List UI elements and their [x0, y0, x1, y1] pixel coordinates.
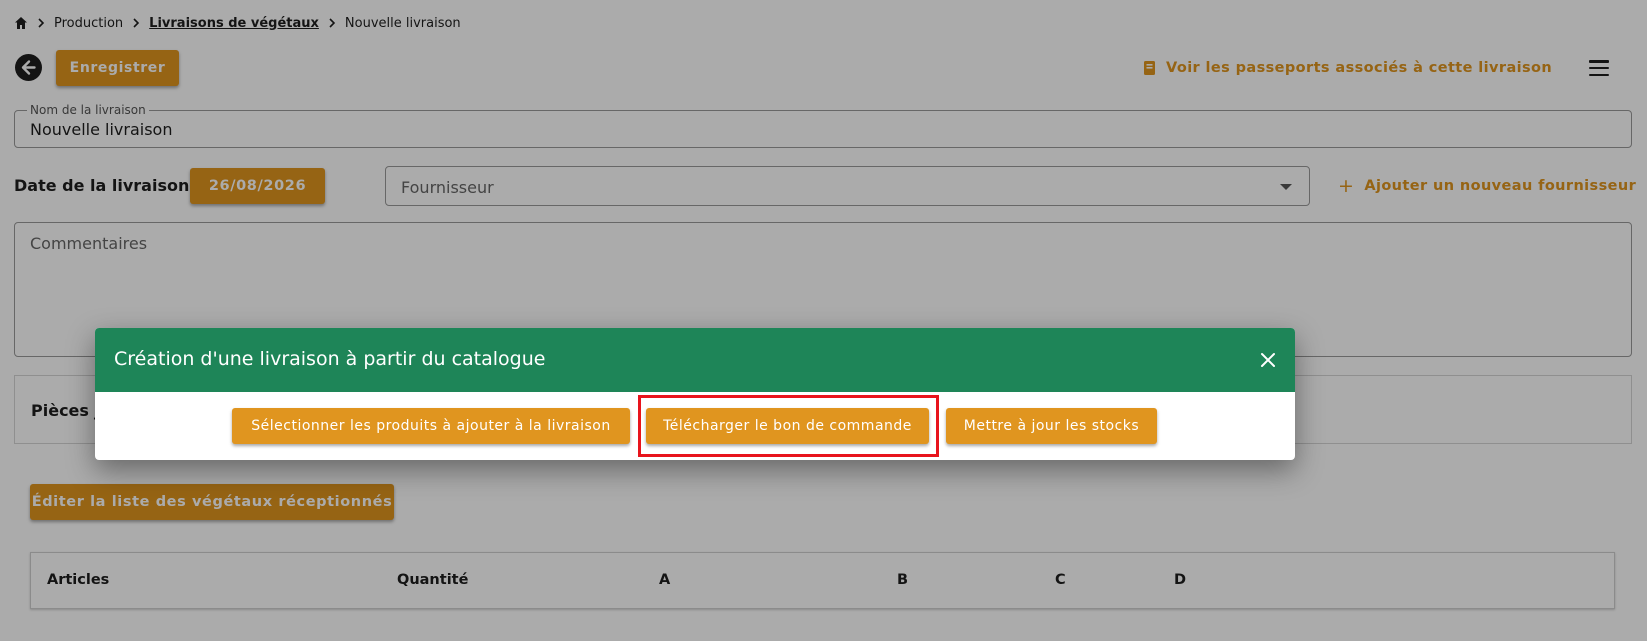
modal-backdrop[interactable] — [0, 0, 1647, 641]
close-icon[interactable] — [1258, 350, 1278, 370]
dialog-title: Création d'une livraison à partir du cat… — [114, 348, 546, 370]
highlight-box — [638, 395, 939, 457]
page: Production Livraisons de végétaux Nouvel… — [0, 0, 1647, 641]
update-stocks-button[interactable]: Mettre à jour les stocks — [946, 408, 1157, 444]
dialog-header: Création d'une livraison à partir du cat… — [95, 328, 1295, 392]
select-products-button[interactable]: Sélectionner les produits à ajouter à la… — [232, 408, 630, 444]
